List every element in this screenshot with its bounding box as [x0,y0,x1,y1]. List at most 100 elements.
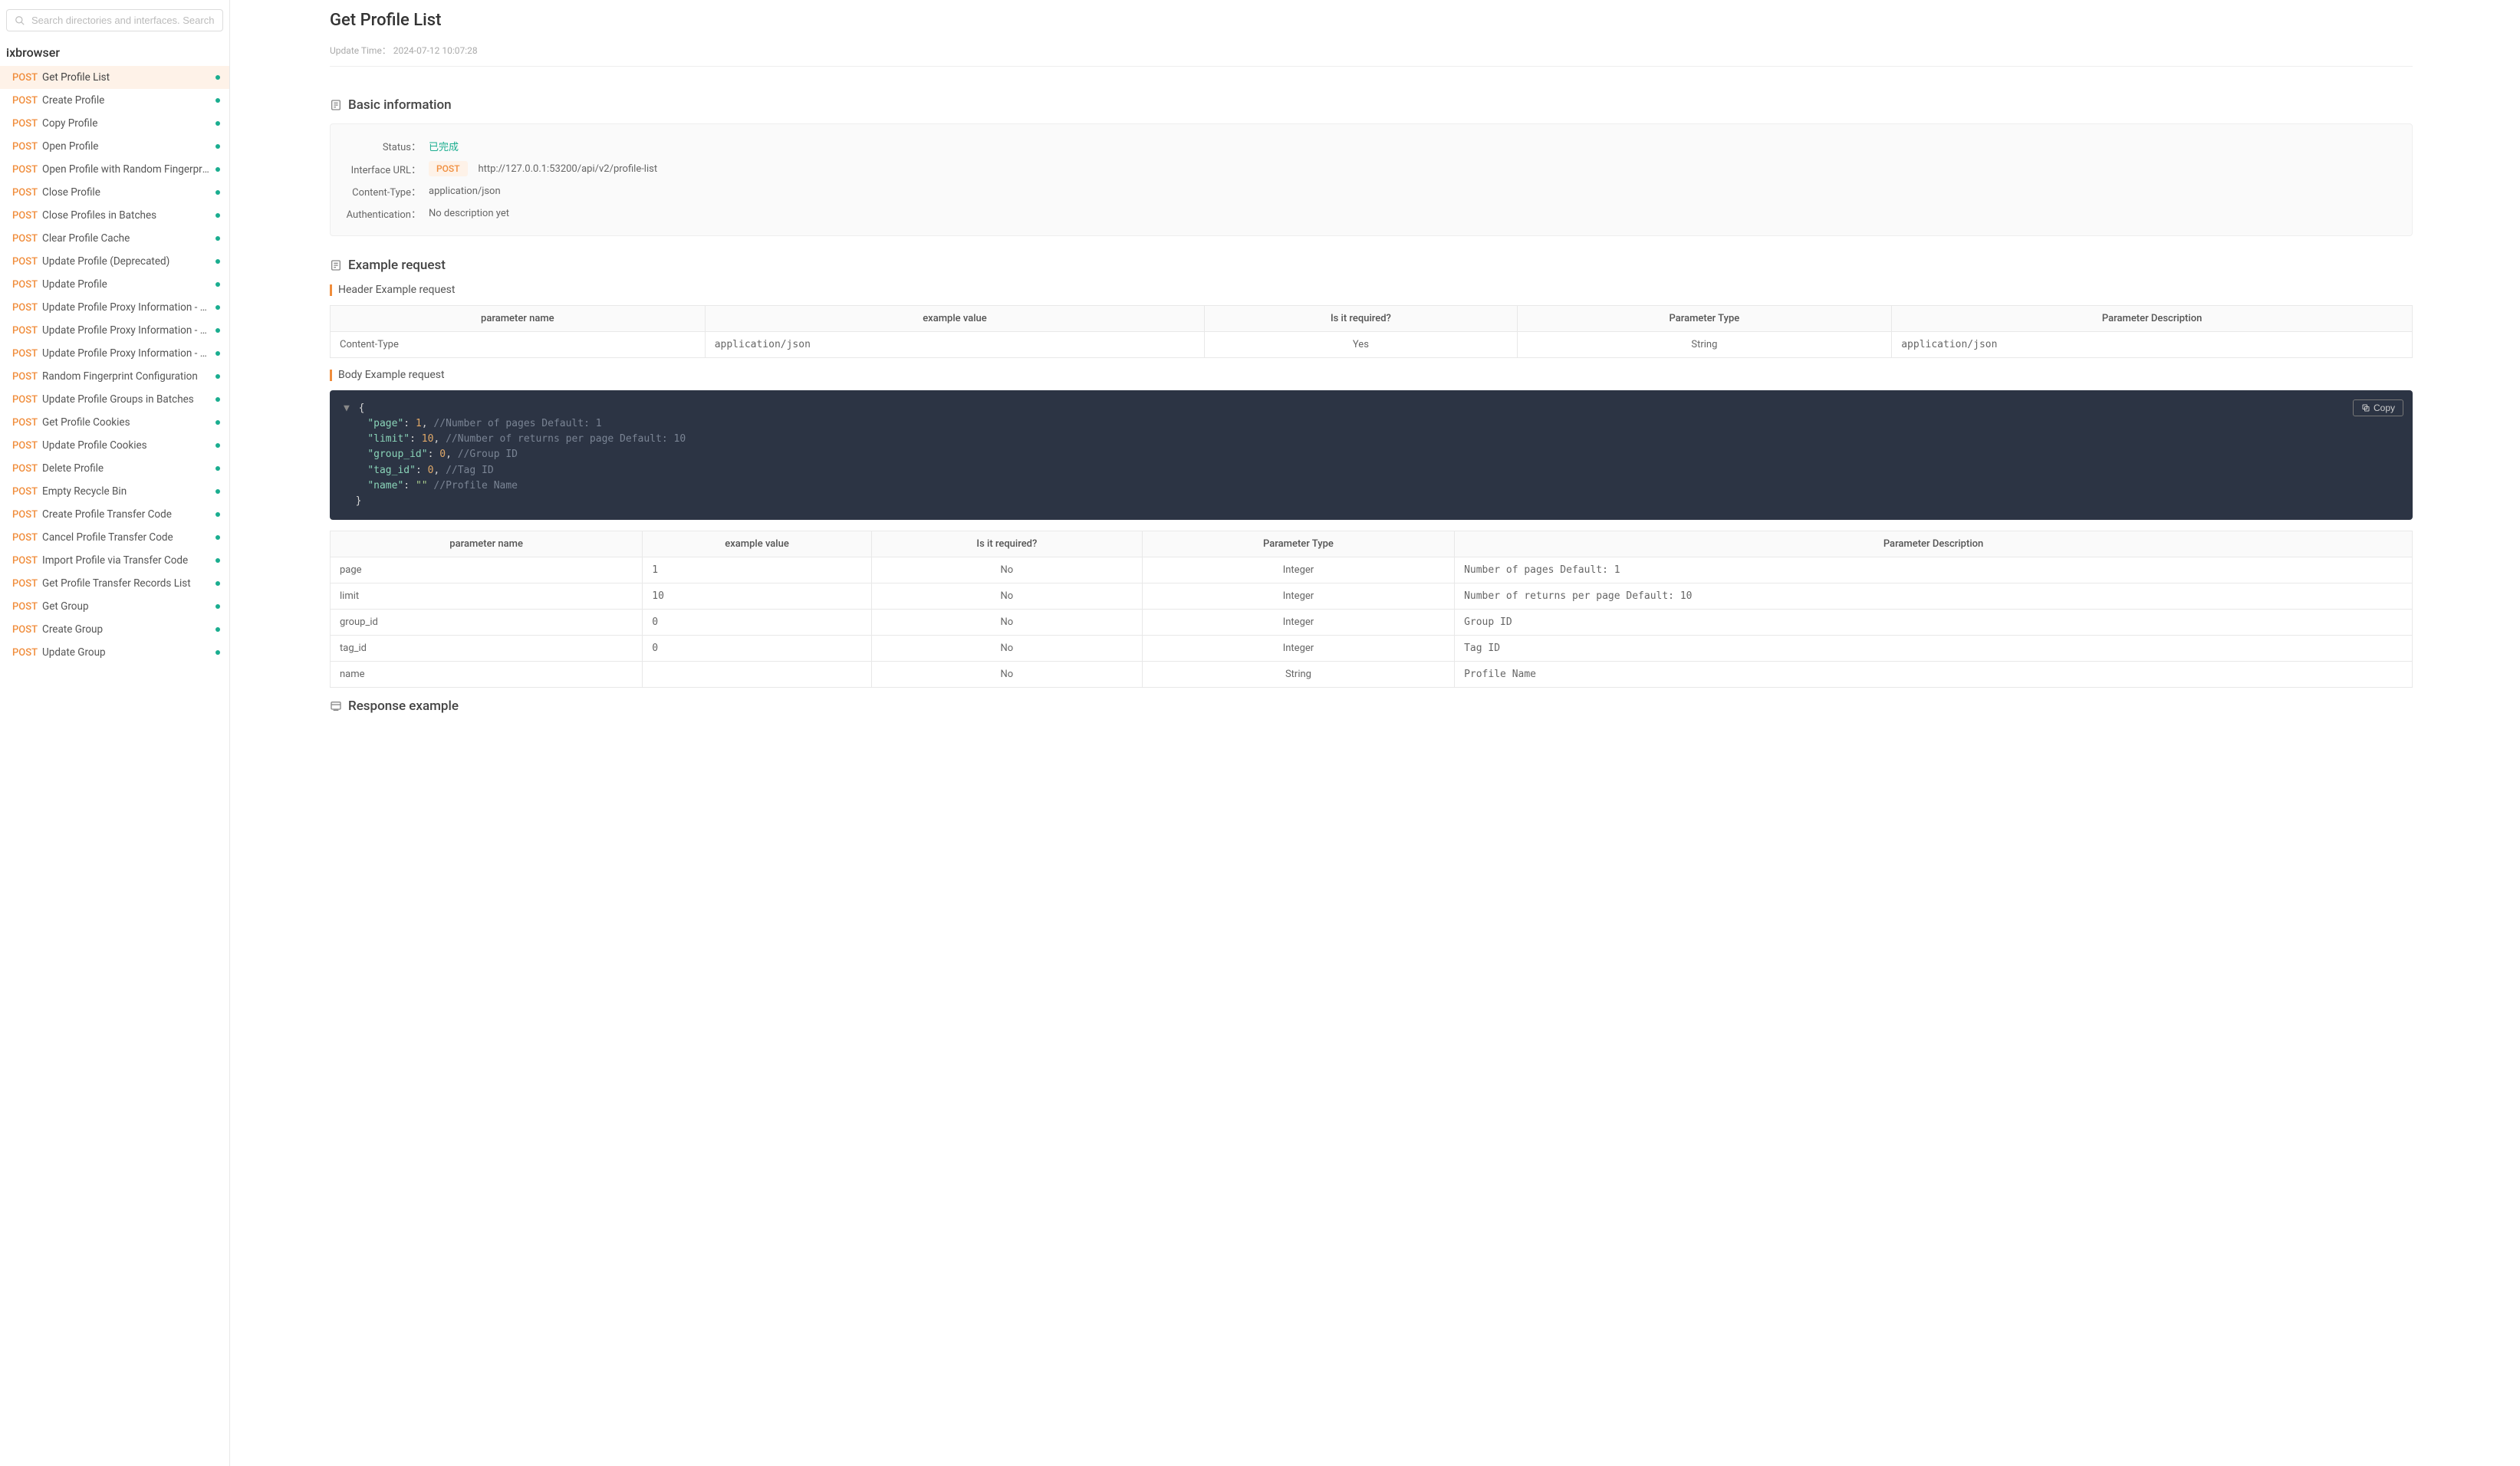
info-row-content-type: Content-Type： application/json [346,180,2397,202]
sidebar-item[interactable]: POSTUpdate Profile Groups in Batches [0,388,229,411]
cell-desc: Number of returns per page Default: 10 [1455,583,2413,609]
cell-example [643,661,872,687]
cell-example: 10 [643,583,872,609]
status-dot-icon [215,535,220,540]
response-icon [330,700,342,712]
cell-example: 0 [643,609,872,635]
cell-name: tag_id [331,635,643,661]
sidebar-item[interactable]: POSTGet Group [0,595,229,618]
cell-type: String [1517,332,1892,358]
sidebar-item-label: Clear Profile Cache [42,232,209,245]
nav-list[interactable]: POSTGet Profile ListPOSTCreate ProfilePO… [0,66,229,1466]
method-label: POST [12,348,38,360]
method-label: POST [12,141,38,153]
sidebar-item-label: Update Profile Proxy Information - Purch… [42,301,209,314]
status-dot-icon [215,98,220,103]
table-row: tag_id0NoIntegerTag ID [331,635,2413,661]
sidebar-item[interactable]: POSTCreate Group [0,618,229,641]
sidebar-item-label: Open Profile [42,140,209,153]
sidebar-item-label: Import Profile via Transfer Code [42,554,209,567]
status-dot-icon [215,558,220,563]
page-title: Get Profile List [330,11,2413,30]
status-dot-icon [215,167,220,172]
search-icon [15,15,25,26]
sidebar-item[interactable]: POST Open Profile [0,135,229,158]
section-basic-header: Basic information [330,97,2413,113]
cell-required: No [871,609,1142,635]
content-type-value: application/json [429,186,501,197]
sidebar-item[interactable]: POSTDelete Profile [0,457,229,480]
sidebar-item[interactable]: POSTUpdate Profile Cookies [0,434,229,457]
method-label: POST [12,256,38,268]
sidebar-item[interactable]: POSTOpen Profile with Random Fingerprint… [0,158,229,181]
method-label: POST [12,417,38,429]
sidebar-item[interactable]: POSTCancel Profile Transfer Code [0,526,229,549]
status-dot-icon [215,328,220,333]
sidebar-item[interactable]: POSTClose Profile [0,181,229,204]
sidebar-item[interactable]: POSTUpdate Profile [0,273,229,296]
main-content[interactable]: Get Profile List Update Time： 2024-07-12… [230,0,2520,1466]
sidebar-item[interactable]: POSTCreate Profile [0,89,229,112]
sidebar-item[interactable]: POSTUpdate Profile Proxy Information - C… [0,342,229,365]
search-box[interactable] [6,9,223,31]
sidebar-item[interactable]: POSTCopy Profile [0,112,229,135]
sidebar-item-label: Update Profile [42,278,209,291]
auth-value: No description yet [429,208,509,219]
sidebar: ixbrowser POSTGet Profile ListPOSTCreate… [0,0,230,1466]
sidebar-item[interactable]: POST Close Profiles in Batches [0,204,229,227]
sidebar-item-label: Get Profile List [42,71,209,84]
status-dot-icon [215,75,220,80]
status-dot-icon [215,190,220,195]
info-row-url: Interface URL： POST http://127.0.0.1:532… [346,157,2397,180]
cell-name: name [331,661,643,687]
sub-body-example: Body Example request [330,369,2413,381]
interface-url: http://127.0.0.1:53200/api/v2/profile-li… [479,163,658,175]
status-dot-icon [215,236,220,241]
table-row: group_id0NoIntegerGroup ID [331,609,2413,635]
update-time-label: Update Time： [330,45,391,56]
sidebar-item[interactable]: POSTGet Profile List [0,66,229,89]
status-dot-icon [215,121,220,126]
project-name: ixbrowser [0,41,229,66]
method-label: POST [12,164,38,176]
status-dot-icon [215,420,220,425]
cell-required: No [871,635,1142,661]
sidebar-item[interactable]: POSTEmpty Recycle Bin [0,480,229,503]
status-dot-icon [215,466,220,471]
sidebar-item-label: Update Profile Groups in Batches [42,393,209,406]
form-icon [330,259,342,271]
status-dot-icon [215,259,220,264]
method-label: POST [12,187,38,199]
section-response-header: Response example [330,698,2413,714]
sidebar-item-label: Update Group [42,646,209,659]
method-label: POST [12,210,38,222]
cell-desc: Number of pages Default: 1 [1455,557,2413,583]
info-label: Content-Type： [346,184,421,199]
cell-name: limit [331,583,643,609]
search-input[interactable] [31,15,215,26]
th-example: example value [643,531,872,557]
cell-type: Integer [1142,557,1454,583]
sidebar-item[interactable]: POSTGet Profile Transfer Records List [0,572,229,595]
sidebar-item[interactable]: POSTClear Profile Cache [0,227,229,250]
sidebar-item[interactable]: POSTUpdate Profile Proxy Information - P… [0,319,229,342]
sidebar-item-label: Empty Recycle Bin [42,485,209,498]
sidebar-item[interactable]: POSTCreate Profile Transfer Code [0,503,229,526]
status-dot-icon [215,443,220,448]
method-label: POST [12,578,38,590]
section-example-header: Example request [330,258,2413,273]
sidebar-item-label: Close Profiles in Batches [42,209,209,222]
sidebar-item[interactable]: POSTUpdate Profile Proxy Information - P… [0,296,229,319]
sidebar-item[interactable]: POSTImport Profile via Transfer Code [0,549,229,572]
copy-icon [2361,403,2370,413]
sidebar-item[interactable]: POSTUpdate Group [0,641,229,664]
th-param-name: parameter name [331,306,706,332]
status-dot-icon [215,512,220,517]
sidebar-item[interactable]: POSTGet Profile Cookies [0,411,229,434]
copy-button[interactable]: Copy [2353,399,2403,416]
sidebar-item[interactable]: POSTUpdate Profile (Deprecated) [0,250,229,273]
sidebar-item-label: Cancel Profile Transfer Code [42,531,209,544]
sidebar-item[interactable]: POSTRandom Fingerprint Configuration [0,365,229,388]
cell-example: application/json [705,332,1205,358]
info-label: Status： [346,139,421,153]
